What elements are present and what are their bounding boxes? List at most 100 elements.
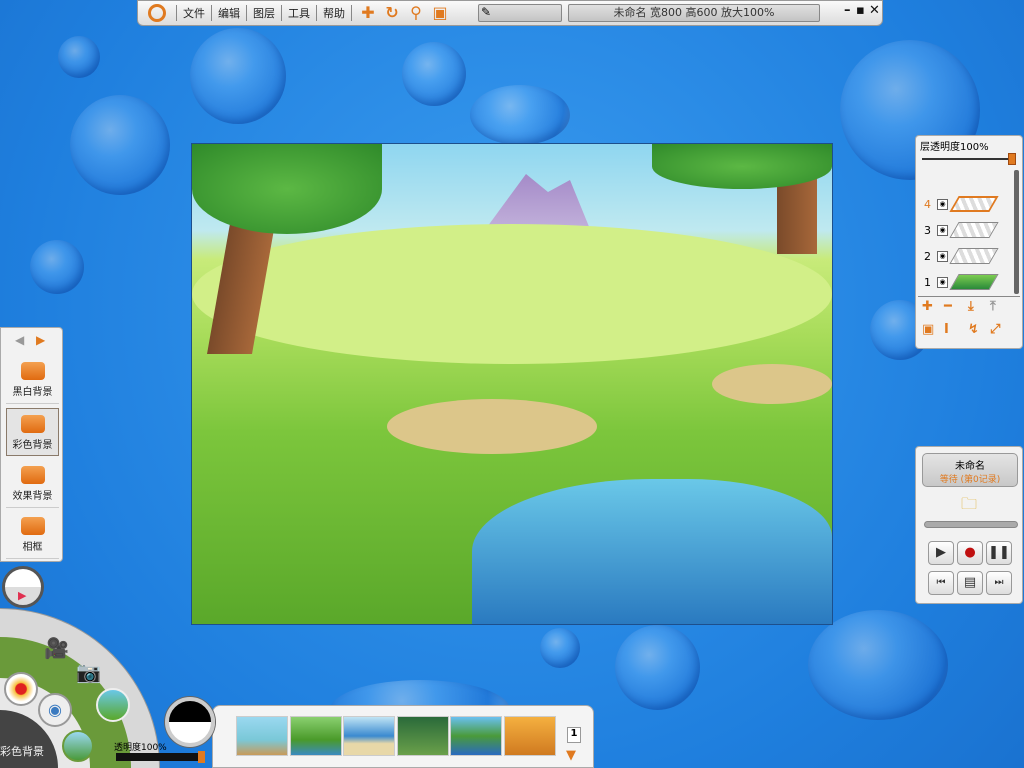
bg-thumbnail-beach[interactable] [343, 716, 395, 756]
layer-thumbnail [949, 248, 999, 264]
play-icon: ▶ [18, 589, 27, 602]
frame-icon[interactable]: ▣ [432, 5, 448, 21]
rotate-icon[interactable]: ↻ [384, 5, 400, 21]
page-down-arrow-icon[interactable]: ▼ [566, 748, 576, 764]
prev-arrow-icon[interactable]: ◀ [15, 333, 24, 347]
bg-thumbnail-meadow[interactable] [290, 716, 342, 756]
layer-row-3[interactable]: 3 ◉ [924, 222, 999, 238]
menu-tools[interactable]: 工具 [281, 5, 316, 21]
bg-item-label: 相框 [22, 542, 43, 553]
recorder-panel: 未命名 等待 (第0记录) 🗀 ▶ ● ❚❚ ⏮ ▤ ⏭ [915, 446, 1023, 604]
folder-case-icon [20, 415, 45, 433]
layer-thumbnail [949, 274, 999, 290]
layer-scrollbar[interactable] [1014, 170, 1019, 294]
photo-icon[interactable] [62, 730, 94, 762]
resize-layer-icon[interactable]: ⤢ [990, 322, 1000, 337]
layer-thumbnail [949, 196, 999, 212]
folder-case-icon [20, 466, 45, 484]
video-camera-icon[interactable]: 🎥 [44, 636, 69, 660]
pond [472, 479, 832, 624]
bubble [70, 95, 170, 195]
menu-edit[interactable]: 编辑 [211, 5, 246, 21]
eye-icon[interactable]: ◉ [937, 250, 948, 262]
merge-layer-icon[interactable]: Ⅰ [944, 322, 949, 337]
copy-layer-icon[interactable]: ▣ [922, 322, 934, 337]
bg-item-effect[interactable]: 效果背景 [6, 460, 59, 508]
background-panel: ◀ ▶ 黑白背景 彩色背景 效果背景 相框 [0, 327, 63, 562]
close-button[interactable]: ✕ [869, 3, 880, 18]
pencil-icon: ✎ [481, 5, 492, 19]
app-logo-icon[interactable] [148, 4, 166, 22]
layer-opacity-handle[interactable] [1008, 153, 1016, 165]
recording-status: 等待 (第0记录) [939, 475, 1001, 485]
layer-thumbnail [949, 222, 999, 238]
page-number: 1 [567, 727, 581, 743]
color-swatch[interactable] [165, 697, 215, 747]
wheel-mode-label: 彩色背景 [0, 745, 44, 758]
bg-thumbnail-autumn[interactable] [504, 716, 556, 756]
rewind-button[interactable]: ⏮ [928, 571, 954, 595]
menu-help[interactable]: 帮助 [316, 5, 352, 21]
playback-progress[interactable] [924, 521, 1018, 528]
bg-item-bw[interactable]: 黑白背景 [6, 356, 59, 404]
next-arrow-icon[interactable]: ▶ [36, 333, 45, 347]
layer-opacity-slider[interactable] [922, 158, 1014, 160]
picture-icon[interactable] [96, 688, 130, 722]
mode-toggle-button[interactable]: ▶ [2, 566, 44, 608]
move-icon[interactable]: ✚ [360, 5, 376, 21]
bg-thumbnail-forest[interactable] [397, 716, 449, 756]
bg-item-label: 效果背景 [12, 491, 53, 502]
layers-panel: 层透明度100% 4 ◉ 3 ◉ 2 ◉ 1 ◉ ✚ ━ ⤓ ⤒ ▣ Ⅰ ↯ ⤢ [915, 135, 1023, 349]
camera-icon[interactable]: 📷 [76, 660, 101, 684]
bg-thumbnail-dock[interactable] [236, 716, 288, 756]
opacity-handle[interactable] [198, 751, 205, 763]
document-status: 未命名 宽800 高600 放大100% [568, 4, 820, 22]
eye-icon[interactable]: ◉ [937, 224, 948, 236]
tree-canopy-left [192, 144, 382, 234]
menu-file[interactable]: 文件 [176, 5, 211, 21]
opacity-label: 透明度100% [114, 743, 167, 753]
bg-item-color[interactable]: 彩色背景 [6, 408, 59, 456]
drawing-canvas[interactable] [191, 143, 833, 625]
eye-view-icon[interactable]: ◉ [38, 693, 72, 727]
bubble [190, 28, 286, 124]
bubble [402, 42, 466, 106]
bg-item-frame[interactable]: 相框 [6, 511, 59, 559]
layer-row-2[interactable]: 2 ◉ [924, 248, 999, 264]
bubble [615, 625, 700, 710]
flip-layer-icon[interactable]: ↯ [968, 322, 979, 337]
recording-info: 未命名 等待 (第0记录) [922, 453, 1018, 487]
layer-number: 2 [924, 249, 931, 263]
opacity-slider[interactable] [116, 753, 200, 761]
fast-forward-button[interactable]: ⏭ [986, 571, 1012, 595]
move-layer-down-icon[interactable]: ⤓ [968, 299, 974, 314]
layer-row-4[interactable]: 4 ◉ [924, 196, 999, 212]
folder-icon[interactable]: 🗀 [961, 493, 977, 520]
eye-icon[interactable]: ◉ [937, 276, 948, 288]
bg-item-label: 彩色背景 [12, 440, 53, 451]
minimize-button[interactable]: – [844, 3, 851, 18]
record-button[interactable]: ● [957, 541, 983, 565]
tree-canopy-right [652, 144, 832, 189]
bg-thumbnail-river[interactable] [450, 716, 502, 756]
bubble [58, 36, 100, 78]
layer-number: 4 [924, 197, 931, 211]
recording-name: 未命名 [955, 461, 985, 472]
maximize-button[interactable]: ▪ [856, 3, 865, 18]
remove-layer-icon[interactable]: ━ [944, 299, 952, 314]
play-button[interactable]: ▶ [928, 541, 954, 565]
bg-item-label: 黑白背景 [12, 387, 53, 398]
divider [918, 296, 1020, 297]
add-layer-icon[interactable]: ✚ [922, 299, 933, 314]
save-button[interactable]: ▤ [957, 571, 983, 595]
bubble [470, 85, 570, 145]
eye-icon[interactable]: ◉ [937, 198, 948, 210]
layer-row-1[interactable]: 1 ◉ [924, 274, 999, 290]
flower-icon[interactable] [4, 672, 38, 706]
menu-layer[interactable]: 图层 [246, 5, 281, 21]
move-layer-up-icon[interactable]: ⤒ [990, 299, 996, 314]
zoom-icon[interactable]: ⚲ [408, 5, 424, 21]
pause-button[interactable]: ❚❚ [986, 541, 1012, 565]
meadow [192, 224, 832, 364]
brush-preview[interactable]: ✎ [478, 4, 562, 22]
